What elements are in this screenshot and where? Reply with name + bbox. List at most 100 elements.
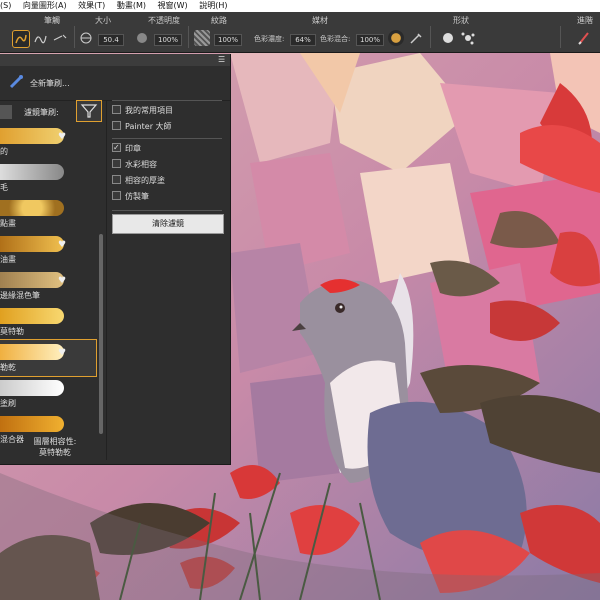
panel-menu-icon[interactable]: ☰ <box>218 56 226 64</box>
media-label: 媒材 <box>312 16 328 25</box>
checkbox-checked[interactable] <box>112 141 121 155</box>
brush-stroke-preview <box>0 164 64 180</box>
funnel-icon <box>80 104 98 118</box>
stroke-shape-icon[interactable] <box>32 30 48 46</box>
favorite-heart-icon[interactable]: ♥ <box>58 276 66 286</box>
brush-stroke-preview <box>0 416 64 432</box>
opacity-input[interactable]: 100% <box>154 34 182 46</box>
panel-title-bar[interactable]: ☰ <box>0 54 230 66</box>
filter-label: 仿製筆 <box>125 192 149 201</box>
shape-splat-icon[interactable] <box>460 30 476 46</box>
separator <box>74 26 75 48</box>
brush-variant-icon[interactable] <box>12 30 30 48</box>
filter-button[interactable] <box>76 100 102 122</box>
checkbox[interactable] <box>112 121 121 130</box>
checkbox[interactable] <box>112 175 121 184</box>
checkbox[interactable] <box>112 159 121 168</box>
brush-name: 的 <box>0 147 8 156</box>
filter-painter-master[interactable]: Painter 大師 <box>112 120 172 134</box>
filter-label: 相容的厚塗 <box>125 176 165 185</box>
separator <box>430 26 431 48</box>
favorite-heart-icon[interactable]: ♥ <box>58 348 66 358</box>
filter-label: 水彩相容 <box>125 160 157 169</box>
brush-item[interactable]: 毛 <box>0 160 96 196</box>
menu-item[interactable]: 向量圖形(A) <box>23 0 67 12</box>
checkbox[interactable] <box>112 191 121 200</box>
brush-stroke-preview <box>0 380 64 396</box>
compat-value: 莫特勒乾 <box>39 448 71 457</box>
filter-brushes-label: 濾鏡筆刷: <box>24 108 59 117</box>
divider <box>112 138 222 139</box>
brush-stroke-preview <box>0 200 64 216</box>
brush-name: 油畫 <box>0 255 16 264</box>
texture-label: 紋路 <box>211 16 227 25</box>
color-well-icon[interactable] <box>388 30 404 46</box>
brush-stroke-preview <box>0 236 64 252</box>
brush-list-scrollbar[interactable] <box>99 234 103 434</box>
brush-label: 筆觸 <box>44 16 60 25</box>
brush-stroke-preview <box>0 272 64 288</box>
divider <box>112 210 222 211</box>
dropdown-toggle[interactable] <box>0 105 12 119</box>
opacity-icon <box>134 30 150 46</box>
brush-variant-list: ♥ 的 毛 點畫 ♥ 油畫 ♥ 邊緣混色筆 莫特勒 ♥ 勒乾 塗刷 混合器 <box>0 124 97 454</box>
opacity-label: 不透明度 <box>148 16 180 25</box>
property-bar: 筆觸 大小 50.4 不透明度 100% 紋路 100% 媒材 色彩濃度: 64… <box>0 12 600 53</box>
brush-item[interactable]: ♥ 邊緣混色筆 <box>0 268 96 304</box>
brush-name: 莫特勒 <box>0 327 24 336</box>
favorite-heart-icon[interactable]: ♥ <box>58 132 66 142</box>
menu-item[interactable]: (S) <box>0 0 11 12</box>
size-input[interactable]: 50.4 <box>98 34 124 46</box>
filter-my-favorites[interactable]: 我的常用項目 <box>112 104 173 118</box>
new-brush-button[interactable]: 全新筆刷... <box>30 78 70 89</box>
filter-watercolor[interactable]: 水彩相容 <box>112 158 157 172</box>
menu-bar: (S) 向量圖形(A) 效果(T) 動畫(M) 視窗(W) 說明(H) <box>0 0 600 12</box>
brush-name: 邊緣混色筆 <box>0 291 40 300</box>
dropper-icon[interactable] <box>408 30 424 46</box>
separator <box>560 26 561 48</box>
size-label: 大小 <box>95 16 111 25</box>
divider <box>112 100 222 101</box>
stroke-mode-icon[interactable] <box>52 30 68 46</box>
brush-name: 塗刷 <box>0 399 16 408</box>
favorite-heart-icon[interactable]: ♥ <box>58 240 66 250</box>
color-density-label: 色彩濃度: <box>254 35 285 43</box>
advanced-brush-icon[interactable] <box>576 30 592 46</box>
brush-name: 勒乾 <box>0 363 16 372</box>
brush-stroke-preview <box>0 128 64 144</box>
brush-name: 毛 <box>0 183 8 192</box>
brush-item[interactable]: ♥ 的 <box>0 124 96 160</box>
brush-item-selected[interactable]: ♥ 勒乾 <box>0 339 97 377</box>
texture-input[interactable]: 100% <box>214 34 242 46</box>
menu-item[interactable]: 動畫(M) <box>117 0 146 12</box>
checkbox[interactable] <box>112 105 121 114</box>
shape-label: 形狀 <box>453 16 469 25</box>
color-blend-input[interactable]: 100% <box>356 34 384 46</box>
menu-item[interactable]: 說明(H) <box>199 0 227 12</box>
filter-clone[interactable]: 仿製筆 <box>112 190 149 204</box>
filter-label: 印章 <box>125 144 141 153</box>
brush-item[interactable]: 塗刷 <box>0 376 96 412</box>
clear-filter-button[interactable]: 清除濾鏡 <box>112 214 224 234</box>
advanced-label: 進階 <box>577 16 593 25</box>
brush-tool-icon <box>9 75 23 89</box>
menu-item[interactable]: 效果(T) <box>78 0 105 12</box>
layer-compatibility: 圖層相容性: 莫特勒乾 <box>10 436 100 458</box>
color-density-input[interactable]: 64% <box>290 34 316 46</box>
menu-item[interactable]: 視窗(W) <box>158 0 188 12</box>
brush-item[interactable]: ♥ 油畫 <box>0 232 96 268</box>
filter-label: Painter 大師 <box>125 122 172 131</box>
brush-name: 點畫 <box>0 219 16 228</box>
brush-item[interactable]: 點畫 <box>0 196 96 232</box>
brush-item[interactable]: 莫特勒 <box>0 304 96 340</box>
shape-round-icon[interactable] <box>440 30 456 46</box>
divider <box>106 100 107 460</box>
compat-label: 圖層相容性: <box>33 437 77 446</box>
brush-library-panel: ☰ 全新筆刷... 濾鏡筆刷: ♥ 的 毛 點畫 ♥ 油畫 ♥ 邊緣混色筆 莫特… <box>0 54 231 465</box>
texture-swatch-icon[interactable] <box>194 30 210 46</box>
size-icon <box>78 30 94 46</box>
filter-impasto[interactable]: 相容的厚塗 <box>112 174 165 188</box>
filter-label: 我的常用項目 <box>125 106 173 115</box>
filter-stamp[interactable]: 印章 <box>112 141 141 156</box>
separator <box>188 26 189 48</box>
